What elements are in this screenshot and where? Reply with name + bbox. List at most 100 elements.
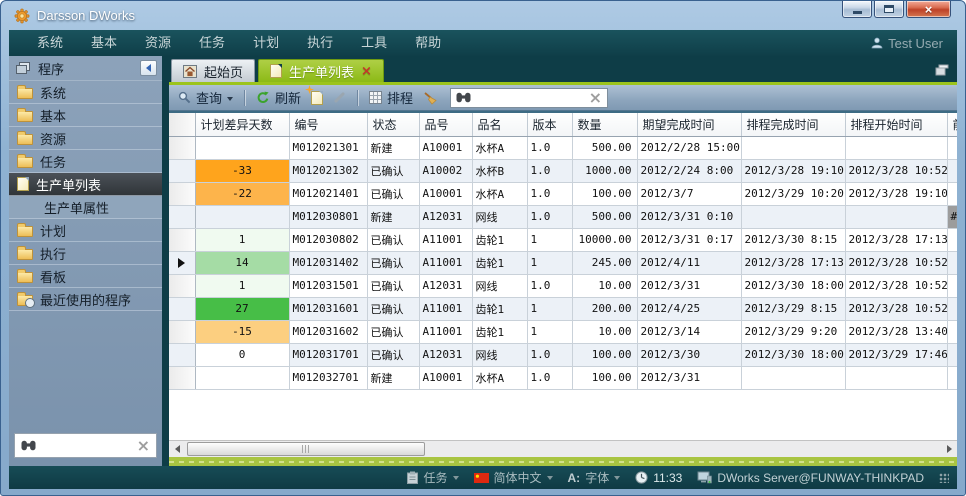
minimize-button[interactable] [842,1,872,18]
sidebar-item[interactable]: 最近使用的程序 [9,288,162,311]
table-row[interactable]: 1M012031501已确认A12031网线1.010.002012/3/312… [169,274,957,297]
table-row[interactable]: 1M012030802已确认A11001齿轮1110000.002012/3/3… [169,228,957,251]
resize-grip[interactable] [939,473,949,483]
binoculars-icon [21,440,36,451]
sidebar-search-clear-icon[interactable]: × [137,438,150,454]
column-header-qty[interactable]: 数量 [572,113,637,136]
folder-icon [17,157,33,168]
tab-production-order-list[interactable]: 生产单列表 × [258,59,384,82]
cell-code: M012031601 [289,297,367,320]
server-status: DWorks Server@FUNWAY-THINKPAD [697,471,924,485]
cell-item_no: A11001 [419,228,472,251]
toolbar-search-clear-icon[interactable]: × [589,90,602,106]
sidebar-item[interactable]: 生产单列表 [9,173,162,196]
menu-item[interactable]: 任务 [185,30,239,56]
table-row[interactable]: 0M012031701已确认A12031网线1.0100.002012/3/30… [169,343,957,366]
column-header-status[interactable]: 状态 [367,113,419,136]
row-selector-cell[interactable] [169,366,195,389]
menu-item[interactable]: 资源 [131,30,185,56]
cell-diff [195,205,289,228]
sidebar-spacer [9,311,162,427]
task-dropdown[interactable]: 任务 [407,469,458,486]
row-selector-header[interactable] [169,113,195,136]
menu-item[interactable]: 工具 [347,30,401,56]
row-selector-cell[interactable] [169,297,195,320]
column-header-sched_end[interactable]: 排程完成时间 [741,113,845,136]
row-selector-cell[interactable] [169,205,195,228]
column-header-version[interactable]: 版本 [527,113,572,136]
cell-item_name: 水杯A [472,366,527,389]
task-label: 任务 [423,469,447,486]
column-header-code[interactable]: 编号 [289,113,367,136]
scroll-left-button[interactable] [169,441,185,457]
sidebar-splitter[interactable] [162,56,169,466]
sidebar-item[interactable]: 系统 [9,81,162,104]
sidebar-item[interactable]: 生产单属性 [9,196,162,219]
sidebar-item[interactable]: 资源 [9,127,162,150]
cell-item_name: 齿轮1 [472,297,527,320]
font-dropdown[interactable]: A: 字体 [568,469,621,486]
query-button[interactable]: 查询 [176,88,235,108]
row-selector-cell[interactable] [169,343,195,366]
table-row[interactable]: M012021301新建A10001水杯A1.0500.002012/2/28 … [169,136,957,159]
row-selector-cell[interactable] [169,274,195,297]
sidebar-collapse-button[interactable] [140,60,157,76]
cell-item_name: 网线 [472,205,527,228]
table-row[interactable]: 27M012031601已确认A11001齿轮11200.002012/4/25… [169,297,957,320]
row-selector-cell[interactable] [169,159,195,182]
column-header-item_name[interactable]: 品名 [472,113,527,136]
column-header-sched_start[interactable]: 排程开始时间 [845,113,947,136]
tab-close-icon[interactable]: × [361,65,372,78]
edit-button[interactable] [331,88,348,108]
table-row[interactable]: -22M012021401已确认A10001水杯A1.0100.002012/3… [169,182,957,205]
float-window-icon[interactable] [935,64,949,76]
maximize-button[interactable] [874,1,904,18]
menu-item[interactable]: 帮助 [401,30,455,56]
menu-item[interactable]: 基本 [77,30,131,56]
row-selector-cell[interactable] [169,320,195,343]
table-row[interactable]: M012030801新建A12031网线1.0500.002012/3/31 0… [169,205,957,228]
cell-qty: 100.00 [572,343,637,366]
cell-qty: 500.00 [572,205,637,228]
user-badge[interactable]: Test User [871,36,943,51]
row-selector-cell[interactable] [169,182,195,205]
close-button[interactable]: × [906,1,951,18]
clean-button[interactable] [421,88,439,108]
cell-sched_start: 2012/3/28 19:10 [845,182,947,205]
table-row[interactable]: -15M012031602已确认A11001齿轮1110.002012/3/14… [169,320,957,343]
column-header-diff[interactable]: 计划差异天数 [195,113,289,136]
cell-code: M012031602 [289,320,367,343]
sidebar-item[interactable]: 计划 [9,219,162,242]
sidebar-item[interactable]: 执行 [9,242,162,265]
table-row[interactable]: 14M012031402已确认A11001齿轮11245.002012/4/11… [169,251,957,274]
column-header-item_no[interactable]: 品号 [419,113,472,136]
scrollbar-thumb[interactable] [187,442,425,456]
sidebar-item[interactable]: 基本 [9,104,162,127]
menu-item[interactable]: 执行 [293,30,347,56]
row-selector-cell[interactable] [169,251,195,274]
toolbar-search-input[interactable] [476,91,584,105]
table-row[interactable]: M012032701新建A10001水杯A1.0100.002012/3/31 [169,366,957,389]
tab-start-page[interactable]: 起始页 [171,59,255,82]
column-header-extra[interactable]: 前 [947,113,957,136]
sidebar-item[interactable]: 任务 [9,150,162,173]
chevron-left-icon [146,64,151,72]
menu-item[interactable]: 系统 [23,30,77,56]
schedule-button[interactable]: 排程 [367,88,415,108]
row-selector-cell[interactable] [169,136,195,159]
table-row[interactable]: -33M012021302已确认A10002水杯B1.01000.002012/… [169,159,957,182]
row-selector-cell[interactable] [169,228,195,251]
sidebar-item[interactable]: 看板 [9,265,162,288]
scroll-right-button[interactable] [941,441,957,457]
cell-qty: 200.00 [572,297,637,320]
menu-item[interactable]: 计划 [239,30,293,56]
sidebar-item-label: 生产单属性 [44,198,109,217]
language-dropdown[interactable]: 简体中文 [474,469,553,486]
production-order-table: 计划差异天数编号状态品号品名版本数量期望完成时间排程完成时间排程开始时间前 M0… [169,113,957,390]
refresh-button[interactable]: 刷新 [254,88,303,108]
minimize-icon [853,11,862,14]
sidebar-search-input[interactable] [42,439,131,453]
new-document-button[interactable] [309,88,325,108]
column-header-due[interactable]: 期望完成时间 [637,113,741,136]
cell-due: 2012/2/24 8:00 [637,159,741,182]
